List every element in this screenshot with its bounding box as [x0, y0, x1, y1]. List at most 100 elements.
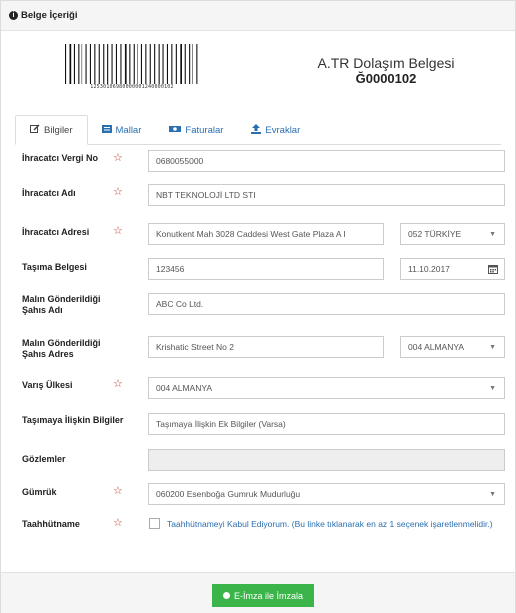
barcode-bar	[145, 44, 147, 84]
barcode-bar	[98, 44, 100, 84]
barcode-bar	[124, 44, 127, 84]
barcode-bar	[196, 44, 198, 84]
consignee-country-select[interactable]: 004 ALMANYA ▼	[400, 336, 505, 358]
consignee-name-input[interactable]: ABC Co Ltd.	[148, 293, 505, 315]
row-transport-info: Taşımaya İlişkin Bilgiler Taşımaya İlişk…	[1, 413, 515, 437]
transport-info-input[interactable]: Taşımaya İlişkin Ek Bilgiler (Varsa)	[148, 413, 505, 435]
calendar-icon[interactable]	[488, 264, 498, 274]
tab-label: Faturalar	[185, 124, 224, 136]
row-consignee-name: Malın Gönderildiği Şahıs Adı ABC Co Ltd.	[1, 293, 515, 321]
row-destination-country: Varış Ülkesi ☆ 004 ALMANYA ▼	[1, 377, 515, 401]
barcode-bar	[94, 44, 96, 84]
barcode-bar	[175, 44, 177, 84]
chevron-down-icon: ▼	[489, 491, 496, 498]
panel-footer: E-İmza ile İmzala	[1, 572, 515, 613]
list-icon	[101, 124, 112, 136]
e-sign-button[interactable]: E-İmza ile İmzala	[212, 584, 314, 607]
exporter-country-value: 052 TÜRKİYE	[408, 229, 462, 239]
exporter-tax-no-input[interactable]: 0680055000	[148, 150, 505, 172]
transport-date-value: 11.10.2017	[408, 264, 450, 274]
chevron-down-icon: ▼	[489, 231, 496, 238]
star-icon[interactable]: ☆	[113, 226, 123, 237]
chevron-down-icon: ▼	[489, 344, 496, 351]
star-icon[interactable]: ☆	[113, 153, 123, 164]
observations-label: Gözlemler	[22, 454, 66, 464]
exporter-country-select[interactable]: 052 TÜRKİYE ▼	[400, 223, 505, 245]
edit-icon	[30, 124, 40, 136]
barcode-bar	[69, 44, 72, 84]
sign-icon	[222, 592, 230, 599]
tab-bilgiler[interactable]: Bilgiler	[15, 115, 88, 145]
row-consignee-address: Malın Gönderildiği Şahıs Adres Krishatic…	[1, 336, 515, 364]
star-icon[interactable]: ☆	[113, 486, 123, 497]
barcode-bar	[120, 44, 122, 84]
consignee-address-label: Malın Gönderildiği Şahıs Adres	[22, 338, 101, 359]
customs-select[interactable]: 060200 Esenboğa Gumruk Mudurluğu ▼	[148, 483, 505, 505]
tab-mallar[interactable]: Mallar	[88, 115, 156, 145]
info-icon: i	[9, 11, 18, 20]
tab-faturalar[interactable]: Faturalar	[155, 115, 237, 145]
observations-input[interactable]	[148, 449, 505, 471]
chevron-down-icon: ▼	[489, 385, 496, 392]
destination-country-label: Varış Ülkesi	[22, 380, 73, 390]
star-icon[interactable]: ☆	[113, 379, 123, 390]
exporter-tax-no-label: İhracatcı Vergi No	[22, 153, 99, 163]
barcode-bar	[85, 44, 87, 84]
row-exporter-name: İhracatcı Adı ☆ NBT TEKNOLOJİ LTD STI	[1, 184, 515, 208]
tab-label: Bilgiler	[44, 124, 73, 136]
barcode-bar	[133, 44, 135, 84]
upload-icon	[251, 124, 262, 136]
tab-bar: Bilgiler Mallar Faturalar Evraklar	[15, 115, 501, 145]
money-icon	[169, 124, 182, 136]
barcode-bar	[149, 44, 151, 84]
row-exporter-tax-no: İhracatcı Vergi No ☆ 0680055000	[1, 150, 515, 174]
row-transport-doc: Taşıma Belgesi 123456 11.10.2017	[1, 258, 515, 282]
barcode-bar	[140, 44, 142, 84]
document-header: 12530106980000001240000102 A.TR Dolaşım …	[1, 32, 515, 107]
transport-doc-input[interactable]: 123456	[148, 258, 384, 280]
barcode-bar	[180, 44, 182, 84]
undertaking-label: Taahhütname	[22, 519, 80, 529]
barcode-image	[65, 44, 198, 84]
star-icon[interactable]: ☆	[113, 187, 123, 198]
tab-label: Mallar	[115, 124, 142, 136]
exporter-address-label: İhracatcı Adresi	[22, 227, 90, 237]
exporter-name-input[interactable]: NBT TEKNOLOJİ LTD STI	[148, 184, 505, 206]
transport-date-input[interactable]: 11.10.2017	[400, 258, 505, 280]
customs-label: Gümrük	[22, 487, 57, 497]
barcode-number: 12530106980000001240000102	[90, 84, 174, 90]
barcode-bar	[111, 44, 113, 84]
consignee-name-label: Malın Gönderildiği Şahıs Adı	[22, 294, 101, 315]
barcode-bar	[65, 44, 67, 84]
tab-evraklar[interactable]: Evraklar	[237, 115, 314, 145]
panel-title: Belge İçeriği	[21, 10, 78, 21]
barcode-bar	[189, 44, 191, 84]
undertaking-link[interactable]: Taahhütnameyi Kabul Ediyorum. (Bu linke …	[149, 517, 499, 531]
document-panel: i Belge İçeriği 125301069800000012400001…	[0, 0, 516, 613]
row-undertaking: Taahhütname ☆ Taahhütnameyi Kabul Ediyor…	[1, 517, 515, 553]
barcode-bar	[192, 44, 193, 84]
barcode-bar	[115, 44, 117, 84]
panel-header: i Belge İçeriği	[1, 1, 515, 31]
tab-label: Evraklar	[265, 124, 301, 136]
exporter-name-label: İhracatcı Adı	[22, 188, 76, 198]
barcode-bar	[154, 44, 156, 84]
barcode-bar	[103, 44, 105, 84]
barcode-bar	[162, 44, 164, 84]
consignee-address-input[interactable]: Krishatic Street No 2	[148, 336, 384, 358]
barcode-bar	[171, 44, 173, 84]
barcode-bar	[107, 44, 109, 84]
barcode-bar	[129, 44, 131, 84]
destination-country-select[interactable]: 004 ALMANYA ▼	[148, 377, 505, 399]
customs-value: 060200 Esenboğa Gumruk Mudurluğu	[156, 489, 301, 499]
barcode-bar	[89, 44, 91, 84]
barcode-bar	[158, 44, 160, 84]
barcode-bar	[166, 44, 168, 84]
document-title: A.TR Dolaşım Belgesi	[317, 55, 455, 71]
e-sign-label: E-İmza ile İmzala	[233, 590, 304, 601]
star-icon[interactable]: ☆	[113, 518, 123, 529]
document-number: Ğ0000102	[355, 71, 417, 86]
destination-country-value: 004 ALMANYA	[156, 383, 213, 393]
barcode-bar	[81, 44, 83, 84]
exporter-address-input[interactable]: Konutkent Mah 3028 Caddesi West Gate Pla…	[148, 223, 384, 245]
